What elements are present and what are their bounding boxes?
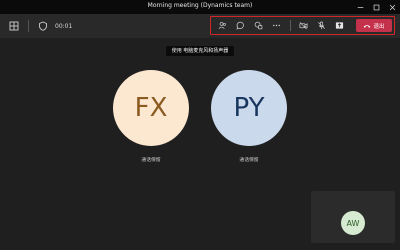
toolbar-left: 00:01 bbox=[8, 14, 72, 38]
participant-status-py: 通话保留 bbox=[239, 158, 259, 163]
title-bar: Morning meeting (Dynamics team) bbox=[0, 0, 400, 14]
share-button[interactable] bbox=[331, 18, 348, 33]
leave-label: 退出 bbox=[373, 23, 385, 30]
layout-button[interactable] bbox=[8, 20, 20, 32]
self-avatar: AW bbox=[341, 211, 365, 235]
shield-icon bbox=[39, 21, 47, 31]
window-controls bbox=[352, 0, 400, 14]
participants-button[interactable] bbox=[214, 18, 231, 33]
people-icon bbox=[218, 22, 226, 29]
mic-toggle-button[interactable] bbox=[313, 18, 330, 33]
participant-status-fx: 通话保留 bbox=[141, 158, 161, 163]
maximize-button[interactable] bbox=[368, 0, 384, 14]
leave-button[interactable]: 退出 bbox=[356, 19, 392, 32]
more-options-button[interactable] bbox=[268, 18, 285, 33]
meeting-timer: 00:01 bbox=[55, 22, 73, 30]
more-icon bbox=[273, 24, 280, 27]
chat-icon bbox=[236, 21, 244, 30]
toolbar-divider bbox=[28, 20, 29, 32]
react-icon bbox=[254, 21, 263, 30]
minimize-icon bbox=[357, 6, 363, 8]
camera-toggle-button[interactable] bbox=[295, 18, 312, 33]
maximize-icon bbox=[373, 4, 379, 10]
mic-off-icon bbox=[318, 21, 325, 30]
camera-off-icon bbox=[299, 22, 308, 30]
audio-tooltip: 使用 电脑麦克风和扬声器 bbox=[166, 46, 234, 56]
participant-avatar-py[interactable]: PY bbox=[211, 70, 287, 146]
minimize-button[interactable] bbox=[352, 0, 368, 14]
reactions-button[interactable] bbox=[250, 18, 267, 33]
controls-divider bbox=[290, 20, 291, 31]
close-icon bbox=[389, 4, 395, 10]
window-title: Morning meeting (Dynamics team) bbox=[147, 2, 253, 9]
participant-avatar-fx[interactable]: FX bbox=[113, 70, 189, 146]
close-button[interactable] bbox=[384, 0, 400, 14]
self-video-tile[interactable]: AW bbox=[311, 191, 395, 243]
call-controls bbox=[214, 18, 349, 33]
security-button[interactable] bbox=[37, 20, 49, 32]
chat-button[interactable] bbox=[232, 18, 249, 33]
share-tray-icon bbox=[335, 22, 344, 29]
phone-hangup-icon bbox=[364, 24, 371, 28]
grid-icon bbox=[9, 21, 19, 31]
